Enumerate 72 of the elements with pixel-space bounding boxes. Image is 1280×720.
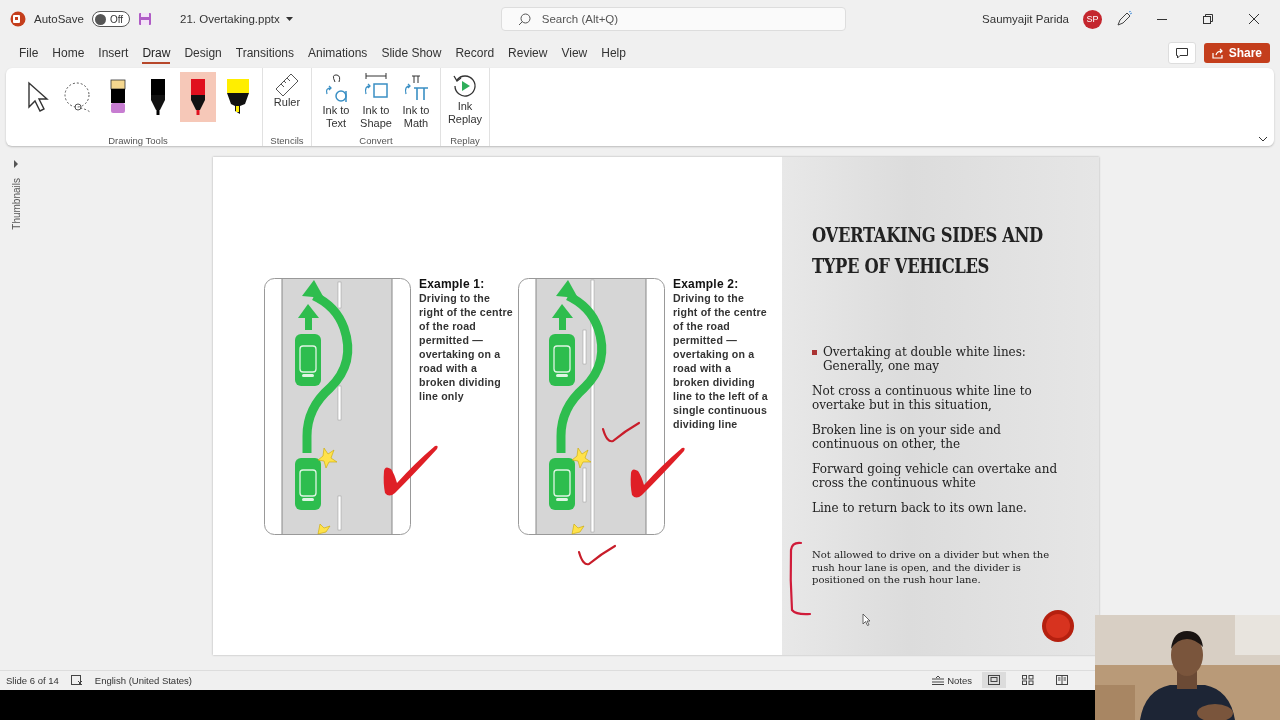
menu-tab[interactable]: Insert: [91, 42, 136, 64]
ruler-button[interactable]: Ruler: [269, 72, 305, 109]
example-caption: Example 1: Driving to the right of the centre of the road permitted — overtaking on a road with a broken dividing line only: [419, 277, 514, 404]
language-label[interactable]: English (United States): [94, 674, 192, 686]
ink-to-text-icon: [323, 72, 349, 104]
autosave-label: AutoSave: [34, 13, 84, 25]
pen-icon: [190, 78, 206, 116]
slide-paragraph: Line to return back to its own lane.: [812, 501, 1027, 515]
notes-icon: [932, 675, 945, 685]
group-label: Drawing Tools: [108, 135, 168, 146]
ink-check-mark: [577, 544, 617, 568]
slide-paragraph: Broken line is on your side and continuous on other, the: [812, 423, 1003, 451]
menu-tab[interactable]: Review: [501, 42, 555, 64]
slide-counter: Slide 6 of 14: [6, 674, 59, 686]
menu-tab[interactable]: Help: [594, 42, 633, 64]
menu-tab[interactable]: Home: [45, 42, 92, 64]
slide-note: Not allowed to drive on a divider but when the rush hour lane is open, and the divider is positioned on the rush hour lane.: [812, 549, 1051, 587]
normal-view-button[interactable]: [982, 672, 1006, 688]
comment-button[interactable]: [1167, 42, 1196, 64]
search-field[interactable]: Search (Alt+Q): [500, 7, 846, 31]
normal-view-icon: [988, 675, 1000, 685]
restore-icon: [1203, 14, 1213, 24]
minimize-icon: [1157, 18, 1167, 20]
menu-tab[interactable]: Record: [448, 42, 502, 64]
grid-view-icon: [1022, 675, 1034, 685]
slide-paragraph: Not cross a continuous white line to overtake but in this situation,: [812, 384, 1033, 412]
expand-icon[interactable]: [13, 160, 19, 168]
pen-icon: [150, 78, 166, 116]
slide-paragraph: Forward going vehicle can overtake and cross the continuous white: [812, 462, 1059, 490]
menu-tab[interactable]: Draw: [135, 42, 178, 64]
replay-icon: [451, 72, 479, 100]
replay-button[interactable]: Ink Replay: [447, 72, 483, 126]
caret-icon: [285, 17, 293, 21]
collapse-ribbon-icon[interactable]: [1258, 136, 1268, 142]
group-label: Stencils: [270, 135, 304, 146]
autosave-toggle[interactable]: Off: [91, 11, 131, 27]
pointer-icon: [26, 81, 50, 113]
pencil-icon: [110, 79, 126, 115]
ink-text-button[interactable]: Ink to Text: [318, 72, 354, 130]
save-icon[interactable]: [138, 12, 153, 26]
slide-paragraph: Overtaking at double white lines: Generally, one may: [823, 345, 1027, 373]
menu-tab[interactable]: Design: [177, 42, 229, 64]
file-name[interactable]: 21. Overtaking.pptx: [180, 13, 280, 25]
close-icon: [1249, 14, 1259, 24]
pen-tool[interactable]: [180, 72, 216, 122]
accessibility-icon[interactable]: [70, 674, 83, 686]
cursor-icon: [862, 613, 871, 626]
ink-math-button[interactable]: Ink to Math: [398, 72, 434, 130]
notes-button[interactable]: Notes: [932, 674, 972, 686]
laser-pointer-icon: [1041, 609, 1075, 643]
comment-icon: [1175, 47, 1188, 59]
share-button[interactable]: Share: [1203, 43, 1270, 63]
pen-sparkle-icon[interactable]: [1116, 11, 1132, 27]
menu-tab[interactable]: File: [12, 42, 46, 64]
highlighter-icon: [226, 78, 250, 116]
slide-title: OVERTAKING SIDES AND TYPE OF VEHICLES: [812, 221, 1044, 280]
menu-tab[interactable]: Slide Show: [374, 42, 449, 64]
thumbnails-label[interactable]: Thumbnails: [10, 178, 22, 230]
user-avatar[interactable]: SP: [1083, 9, 1102, 29]
menu-tab[interactable]: Animations: [301, 42, 375, 64]
book-view-icon: [1056, 675, 1068, 685]
menu-tab[interactable]: Transitions: [228, 42, 301, 64]
ink-shape-button[interactable]: Ink to Shape: [358, 72, 394, 130]
share-icon: [1211, 47, 1224, 59]
user-name: Saumyajit Parida: [982, 13, 1069, 25]
app-logo-icon: [10, 11, 26, 27]
group-label: Replay: [450, 135, 480, 146]
ruler-icon: [274, 72, 300, 96]
group-label: Convert: [359, 135, 393, 146]
menu-tab[interactable]: View: [554, 42, 595, 64]
example-caption: Example 2: Driving to the right of the centre of the road permitted — overtaking on a road with a broken dividing line to the left of a single continuous dividing line: [673, 277, 769, 432]
search-icon: [517, 13, 531, 26]
